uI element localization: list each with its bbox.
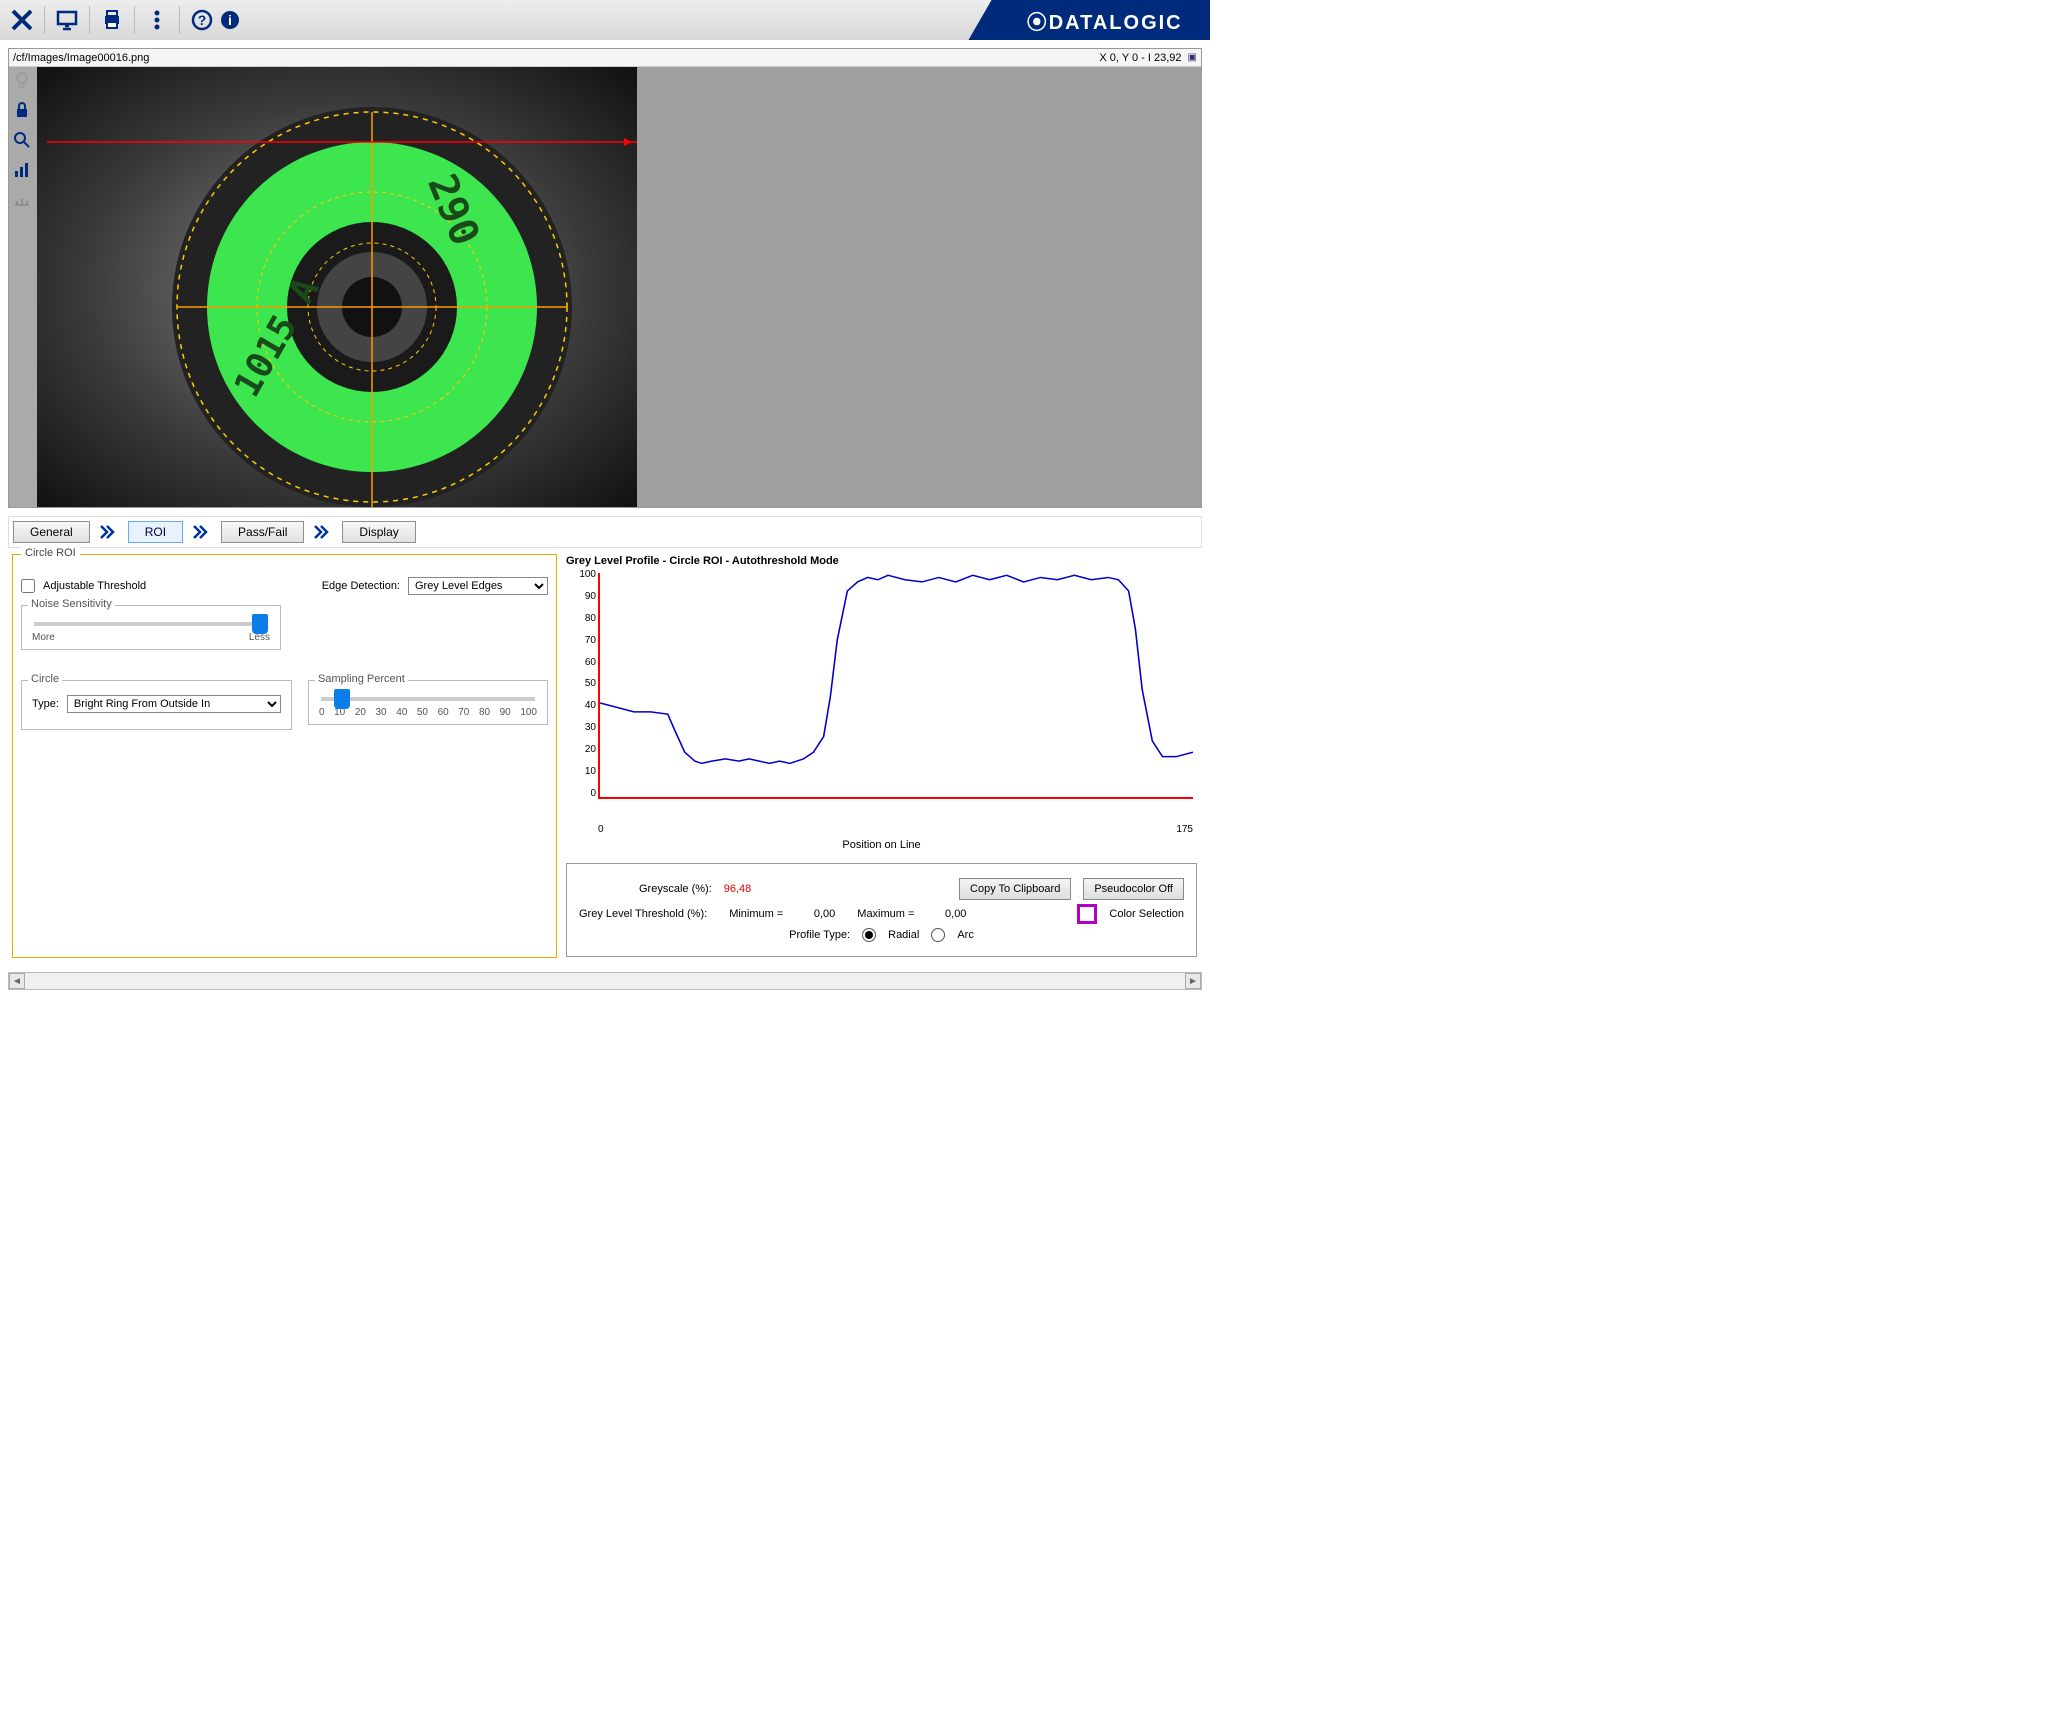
lock-icon[interactable]	[11, 99, 33, 121]
print-icon[interactable]	[98, 6, 126, 34]
monitor-icon[interactable]	[53, 6, 81, 34]
profile-type-label: Profile Type:	[789, 929, 850, 941]
circle-group: Circle Type: Bright Ring From Outside In	[21, 680, 292, 730]
inspect-icon[interactable]	[11, 129, 33, 151]
profile-type-arc-label: Arc	[957, 929, 974, 941]
profile-title: Grey Level Profile - Circle ROI - Autoth…	[566, 555, 1197, 567]
image-path: /cf/Images/Image00016.png	[13, 52, 149, 64]
help-icon[interactable]: ?	[188, 6, 216, 34]
svg-text:i: i	[228, 12, 232, 28]
tab-general[interactable]: General	[13, 521, 90, 543]
scroll-left-icon[interactable]: ◄	[9, 973, 25, 989]
svg-text:?: ?	[198, 12, 207, 28]
image-path-bar: /cf/Images/Image00016.png X 0, Y 0 - I 2…	[9, 49, 1201, 67]
toolbar-separator	[44, 6, 45, 34]
info-icon[interactable]: i	[216, 6, 244, 34]
max-value: 0,00	[926, 908, 966, 920]
image-viewer[interactable]: 290 1015 A	[37, 67, 637, 507]
tab-passfail[interactable]: Pass/Fail	[221, 521, 304, 543]
slider-thumb[interactable]	[252, 614, 268, 634]
profile-type-arc-radio[interactable]	[931, 928, 945, 942]
sampling-percent-group: Sampling Percent 0102030405060708090100	[308, 680, 548, 725]
top-toolbar: ? i ⦿DATALOGIC	[0, 0, 1210, 40]
pin-icon[interactable]: ▣	[1188, 52, 1197, 63]
slider-thumb[interactable]	[334, 689, 350, 709]
config-tabs: General ROI Pass/Fail Display	[8, 516, 1202, 548]
profile-type-radial-radio[interactable]	[862, 928, 876, 942]
empty-viewer-area	[637, 67, 1201, 507]
greyscale-value: 96,48	[724, 883, 752, 895]
profile-type-radial-label: Radial	[888, 929, 919, 941]
profile-info-box: Greyscale (%): 96,48 Copy To Clipboard P…	[566, 863, 1197, 957]
profile-chart: 1009080706050403020100 0175	[566, 569, 1197, 819]
noise-sensitivity-slider[interactable]	[34, 622, 268, 626]
image-panel: /cf/Images/Image00016.png X 0, Y 0 - I 2…	[8, 48, 1202, 508]
bulb-icon[interactable]	[11, 69, 33, 91]
toolbar-separator	[89, 6, 90, 34]
min-label: Minimum =	[729, 908, 783, 920]
greyscale-label: Greyscale (%):	[639, 883, 712, 895]
x-max: 175	[1176, 824, 1193, 835]
slider-more-label: More	[32, 632, 55, 643]
chevron-right-icon	[308, 525, 338, 539]
x-axis-title: Position on Line	[566, 839, 1197, 851]
image-side-toolbar	[11, 69, 37, 211]
pseudocolor-button[interactable]: Pseudocolor Off	[1083, 878, 1184, 900]
close-icon[interactable]	[8, 6, 36, 34]
profile-panel: Grey Level Profile - Circle ROI - Autoth…	[565, 554, 1198, 958]
chevron-right-icon	[187, 525, 217, 539]
max-label: Maximum =	[857, 908, 914, 920]
sampling-slider[interactable]	[321, 697, 535, 701]
cursor-coords: X 0, Y 0 - I 23,92	[1099, 52, 1181, 64]
adjustable-threshold-checkbox[interactable]	[21, 579, 35, 593]
edge-detection-select[interactable]: Grey Level Edges	[408, 577, 548, 595]
scroll-right-icon[interactable]: ►	[1185, 973, 1201, 989]
circle-roi-panel: Circle ROI Adjustable Threshold Edge Det…	[12, 554, 557, 958]
brand-logo: ⦿DATALOGIC	[960, 0, 1210, 40]
tab-display[interactable]: Display	[342, 521, 415, 543]
copy-to-clipboard-button[interactable]: Copy To Clipboard	[959, 878, 1071, 900]
chevron-right-icon	[94, 525, 124, 539]
threshold-label: Grey Level Threshold (%):	[579, 908, 707, 920]
more-menu-icon[interactable]	[143, 6, 171, 34]
min-value: 0,00	[795, 908, 835, 920]
toolbar-separator	[179, 6, 180, 34]
horizontal-scrollbar[interactable]: ◄ ►	[8, 972, 1202, 990]
x-min: 0	[598, 824, 604, 835]
tab-roi[interactable]: ROI	[128, 521, 183, 543]
circle-type-label: Type:	[32, 698, 59, 710]
noise-sensitivity-title: Noise Sensitivity	[28, 598, 115, 610]
circle-group-title: Circle	[28, 673, 62, 685]
color-selection-swatch[interactable]	[1077, 904, 1097, 924]
panel-title: Circle ROI	[21, 547, 80, 559]
sampling-group-title: Sampling Percent	[315, 673, 408, 685]
edge-detection-label: Edge Detection:	[322, 580, 400, 592]
toolbar-separator	[134, 6, 135, 34]
adjustable-threshold-label: Adjustable Threshold	[43, 580, 146, 592]
circle-type-select[interactable]: Bright Ring From Outside In	[67, 695, 281, 713]
color-selection-label: Color Selection	[1109, 908, 1184, 920]
histogram-icon[interactable]	[11, 159, 33, 181]
measure-icon[interactable]	[11, 189, 33, 211]
noise-sensitivity-group: Noise Sensitivity MoreLess	[21, 605, 281, 650]
